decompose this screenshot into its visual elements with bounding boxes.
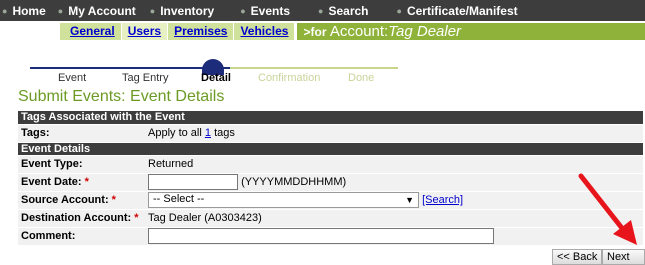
- back-button[interactable]: << Back: [552, 249, 603, 265]
- account-label: Account:: [329, 23, 389, 40]
- top-nav: ● Home ● My Account ● Inventory ● Events ● Se…: [0, 0, 645, 21]
- form-row-destination-account: Destination Account: * Tag Dealer (A0303…: [18, 209, 643, 228]
- comment-cell: [145, 227, 643, 246]
- form-row-event-type: Event Type: Returned: [18, 155, 643, 174]
- nav-my-account-label: My Account: [68, 3, 136, 18]
- section-title: Event Details: [18, 142, 643, 156]
- nav-events-label: Events: [250, 3, 291, 18]
- bullet-icon: ●: [57, 5, 64, 16]
- sub-nav: General Users Premises Vehicles >for Acc…: [0, 23, 645, 40]
- bullet-icon: ●: [2, 5, 8, 16]
- nav-my-account[interactable]: ● My Account: [58, 0, 136, 21]
- bullet-icon: ●: [240, 5, 246, 16]
- destination-label: Destination Account:: [21, 212, 132, 224]
- required-marker: *: [84, 176, 89, 188]
- page-title: Submit Events: Event Details: [18, 88, 225, 105]
- event-type-label: Event Type:: [18, 155, 145, 174]
- step-confirmation: Confirmation: [258, 72, 321, 84]
- bullet-icon: ●: [149, 5, 156, 16]
- stepper-remaining-line: [230, 67, 398, 69]
- required-marker: *: [111, 194, 116, 206]
- dropdown-arrow-icon: ▼: [405, 195, 414, 205]
- account-banner: >for Account:Tag Dealer: [295, 23, 645, 40]
- tab-general[interactable]: General: [64, 23, 122, 40]
- tags-label: Tags:: [18, 124, 145, 143]
- account-prefix: >for: [303, 25, 327, 39]
- account-tabs: General Users Premises Vehicles: [60, 23, 296, 40]
- tab-vehicles[interactable]: Vehicles: [234, 23, 296, 40]
- event-date-label-cell: Event Date: *: [18, 173, 145, 192]
- nav-inventory-label: Inventory: [160, 3, 215, 18]
- source-account-label-cell: Source Account: *: [18, 191, 145, 210]
- required-marker: *: [134, 212, 139, 224]
- form-row-source-account: Source Account: * -- Select -- ▼ [Search…: [18, 191, 643, 210]
- source-account-select[interactable]: -- Select -- ▼: [148, 192, 419, 208]
- section-header-details: Event Details: [18, 142, 643, 156]
- tab-users[interactable]: Users: [121, 23, 169, 40]
- event-form: Tags Associated with the Event Tags: App…: [18, 111, 643, 246]
- form-row-comment: Comment:: [18, 227, 643, 246]
- tab-premises[interactable]: Premises: [168, 23, 235, 40]
- source-account-selected: -- Select --: [153, 193, 205, 205]
- step-tag-entry: Tag Entry: [122, 72, 169, 84]
- annotation-arrow-icon: [578, 173, 637, 245]
- event-date-label: Event Date:: [21, 176, 82, 188]
- tags-value: Apply to all 1 tags: [145, 124, 643, 143]
- bullet-icon: ●: [396, 5, 402, 16]
- nav-events[interactable]: ● Events: [240, 0, 290, 21]
- event-date-input[interactable]: [148, 174, 238, 190]
- search-link[interactable]: [Search]: [422, 194, 463, 206]
- nav-inventory[interactable]: ● Inventory: [150, 0, 214, 21]
- progress-stepper: Event Tag Entry Detail Confirmation Done: [30, 46, 400, 86]
- nav-certificate-manifest-label: Certificate/Manifest: [406, 3, 518, 18]
- source-account-label: Source Account:: [21, 194, 109, 206]
- step-done: Done: [348, 72, 375, 84]
- sub-nav-spacer: [0, 23, 60, 40]
- account-name: Tag Dealer: [388, 23, 462, 40]
- step-detail: Detail: [201, 72, 231, 84]
- nav-search-label: Search: [328, 3, 369, 18]
- form-row-event-date: Event Date: * (YYYYMMDDHHMM): [18, 173, 643, 192]
- step-event: Event: [58, 72, 87, 84]
- tags-suffix: tags: [214, 127, 235, 139]
- section-header-tags: Tags Associated with the Event: [18, 111, 643, 125]
- next-button[interactable]: Next >>: [602, 249, 645, 265]
- form-row-tags: Tags: Apply to all 1 tags: [18, 124, 643, 143]
- destination-label-cell: Destination Account: *: [18, 209, 145, 228]
- source-account-cell: -- Select -- ▼ [Search]: [145, 191, 643, 210]
- tags-prefix: Apply to all: [148, 127, 202, 139]
- event-date-cell: (YYYYMMDDHHMM): [145, 173, 643, 192]
- nav-home[interactable]: ● Home: [2, 0, 46, 21]
- destination-value: Tag Dealer (A0303423): [145, 209, 643, 228]
- comment-label: Comment:: [18, 227, 145, 246]
- tags-count-link[interactable]: 1: [205, 127, 211, 139]
- nav-certificate-manifest[interactable]: ● Certificate/Manifest: [397, 0, 518, 21]
- nav-search[interactable]: ● Search: [318, 0, 368, 21]
- section-title: Tags Associated with the Event: [18, 111, 643, 125]
- event-date-format-hint: (YYYYMMDDHHMM): [241, 175, 347, 188]
- nav-home-label: Home: [12, 3, 46, 18]
- bullet-icon: ●: [318, 5, 324, 16]
- event-type-value: Returned: [145, 155, 643, 174]
- comment-input[interactable]: [148, 228, 494, 244]
- stepper-completed-line: [30, 67, 230, 69]
